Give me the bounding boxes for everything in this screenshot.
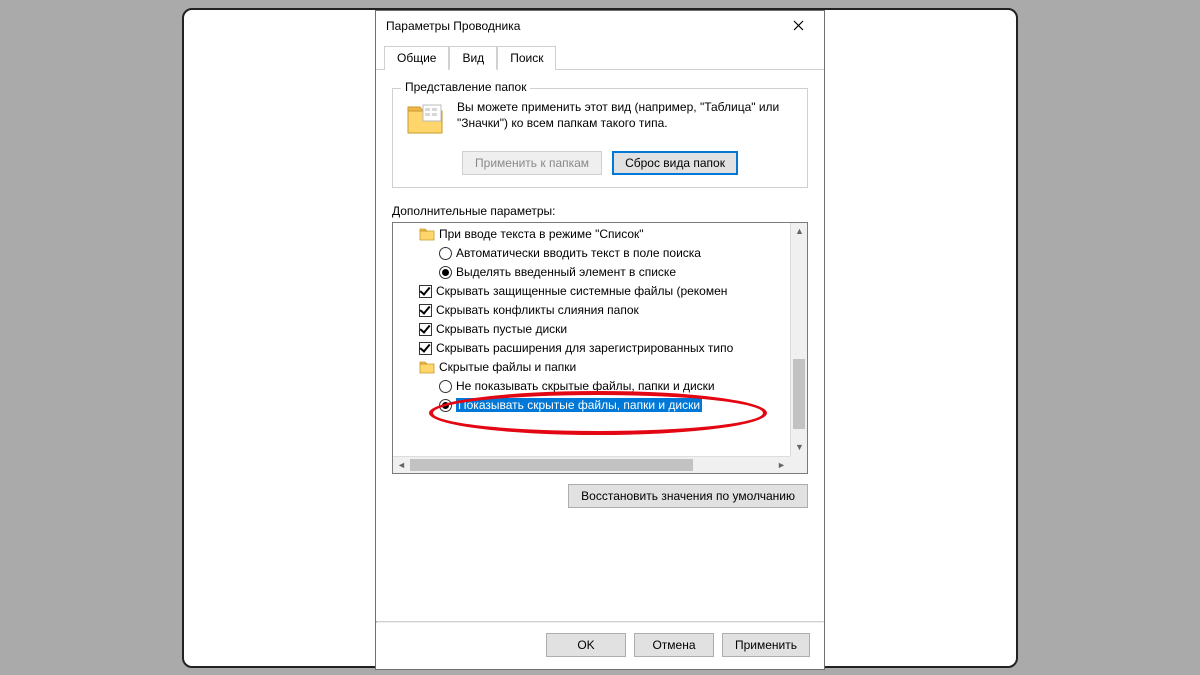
advanced-settings-label: Дополнительные параметры: <box>392 204 808 218</box>
folder-views-group: Представление папок Вы можете применить … <box>392 88 808 188</box>
folder-icon <box>419 227 435 241</box>
tab-strip: Общие Вид Поиск <box>376 41 824 70</box>
window-title: Параметры Проводника <box>386 19 778 33</box>
tab-search[interactable]: Поиск <box>497 46 556 70</box>
tree-row[interactable]: Не показывать скрытые файлы, папки и дис… <box>393 377 790 396</box>
titlebar: Параметры Проводника <box>376 11 824 41</box>
close-icon <box>793 20 804 31</box>
tree-row[interactable]: Показывать скрытые файлы, папки и диски <box>393 396 790 415</box>
scroll-right-button[interactable]: ► <box>773 457 790 474</box>
vscroll-thumb[interactable] <box>793 359 805 429</box>
tree-viewport: При вводе текста в режиме "Список" Автома… <box>393 223 790 456</box>
outer-frame: Параметры Проводника Общие Вид Поиск Пре… <box>182 8 1018 668</box>
hscroll-thumb[interactable] <box>410 459 693 471</box>
folder-icon <box>405 99 445 139</box>
tree-item-label[interactable]: Скрытые файлы и папки <box>439 360 576 374</box>
scroll-left-button[interactable]: ◄ <box>393 457 410 474</box>
apply-to-folders-button: Применить к папкам <box>462 151 602 175</box>
apply-button[interactable]: Применить <box>722 633 810 657</box>
radio-icon[interactable] <box>439 266 452 279</box>
view-tab-content: Представление папок Вы можете применить … <box>376 70 824 621</box>
tree-item-label[interactable]: Скрывать пустые диски <box>436 322 567 336</box>
tree-row[interactable]: При вводе текста в режиме "Список" <box>393 225 790 244</box>
tree-row[interactable]: Скрывать пустые диски <box>393 320 790 339</box>
tree-row[interactable]: Скрывать защищенные системные файлы (рек… <box>393 282 790 301</box>
tree-item-label[interactable]: Скрывать защищенные системные файлы (рек… <box>436 284 727 298</box>
checkbox-icon[interactable] <box>419 285 432 298</box>
advanced-settings-tree[interactable]: При вводе текста в режиме "Список" Автома… <box>392 222 808 474</box>
tree-item-label[interactable]: Скрывать расширения для зарегистрированн… <box>436 341 733 355</box>
vertical-scrollbar[interactable]: ▲ ▼ <box>790 223 807 456</box>
tree-row[interactable]: Скрытые файлы и папки <box>393 358 790 377</box>
folder-views-buttons: Применить к папкам Сброс вида папок <box>405 151 795 175</box>
radio-icon[interactable] <box>439 380 452 393</box>
tab-view[interactable]: Вид <box>449 46 497 70</box>
checkbox-icon[interactable] <box>419 342 432 355</box>
radio-icon[interactable] <box>439 247 452 260</box>
tree-row[interactable]: Скрывать конфликты слияния папок <box>393 301 790 320</box>
tree-row[interactable]: Скрывать расширения для зарегистрированн… <box>393 339 790 358</box>
folder-views-text: Вы можете применить этот вид (например, … <box>457 99 795 131</box>
folder-views-row: Вы можете применить этот вид (например, … <box>405 99 795 139</box>
ok-button[interactable]: OK <box>546 633 626 657</box>
cancel-button[interactable]: Отмена <box>634 633 714 657</box>
tab-general[interactable]: Общие <box>384 46 449 70</box>
vscroll-track[interactable] <box>791 240 807 439</box>
scroll-up-button[interactable]: ▲ <box>791 223 808 240</box>
checkbox-icon[interactable] <box>419 304 432 317</box>
tree-item-label[interactable]: Автоматически вводить текст в поле поиск… <box>456 246 701 260</box>
folder-views-legend: Представление папок <box>401 80 530 94</box>
hscroll-track[interactable] <box>410 457 773 473</box>
folder-icon <box>419 360 435 374</box>
scroll-down-button[interactable]: ▼ <box>791 439 808 456</box>
tree-item-label[interactable]: Выделять введенный элемент в списке <box>456 265 676 279</box>
restore-defaults-button[interactable]: Восстановить значения по умолчанию <box>568 484 808 508</box>
scroll-corner <box>790 456 807 473</box>
reset-folders-button[interactable]: Сброс вида папок <box>612 151 738 175</box>
radio-icon[interactable] <box>439 399 452 412</box>
restore-row: Восстановить значения по умолчанию <box>392 484 808 508</box>
horizontal-scrollbar[interactable]: ◄ ► <box>393 456 790 473</box>
bottom-button-bar: OK Отмена Применить <box>376 623 824 669</box>
tree-item-label[interactable]: Показывать скрытые файлы, папки и диски <box>456 398 702 412</box>
tree-item-label[interactable]: При вводе текста в режиме "Список" <box>439 227 644 241</box>
tree-row[interactable]: Выделять введенный элемент в списке <box>393 263 790 282</box>
folder-options-dialog: Параметры Проводника Общие Вид Поиск Пре… <box>375 10 825 670</box>
tree-row[interactable]: Автоматически вводить текст в поле поиск… <box>393 244 790 263</box>
checkbox-icon[interactable] <box>419 323 432 336</box>
close-button[interactable] <box>778 14 818 38</box>
tree-item-label[interactable]: Не показывать скрытые файлы, папки и дис… <box>456 379 715 393</box>
tree-item-label[interactable]: Скрывать конфликты слияния папок <box>436 303 639 317</box>
